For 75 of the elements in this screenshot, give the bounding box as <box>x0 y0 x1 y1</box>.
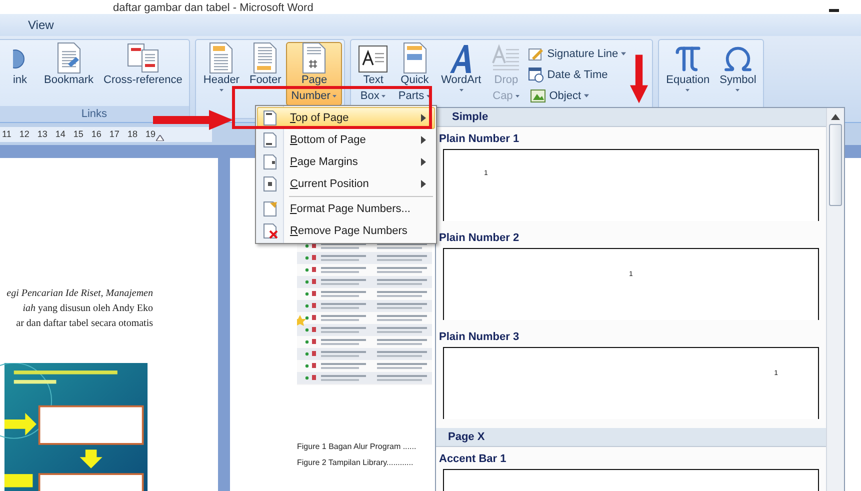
bookmark-icon <box>56 42 82 76</box>
ruler-number: 19 <box>145 129 156 139</box>
caret-icon <box>584 93 590 98</box>
ruler-number: 14 <box>55 129 66 139</box>
ruler-number: 18 <box>127 129 138 139</box>
remove-icon <box>262 223 278 239</box>
gallery-item-label: Plain Number 2 <box>438 231 520 246</box>
menu-item[interactable]: Bottom of Page <box>257 129 435 151</box>
group-label: Links <box>0 106 190 122</box>
caret-icon <box>735 88 740 92</box>
page-margin-icon <box>262 154 278 170</box>
ribbon-button[interactable]: Page Number <box>286 42 342 106</box>
caret-icon <box>332 94 338 98</box>
gallery-section-header: Page X <box>436 428 826 447</box>
scrollbar[interactable] <box>826 108 844 491</box>
page-bottom-icon <box>262 132 278 148</box>
ribbon-button[interactable]: Cross-reference <box>98 42 188 106</box>
body-text-line: iah yang disusun oleh Andy Eko <box>22 302 154 316</box>
ribbon-small-button[interactable]: Signature Line <box>526 44 628 63</box>
ribbon-button[interactable]: ink <box>1 42 39 106</box>
scroll-up-icon[interactable] <box>831 114 840 120</box>
caret-icon <box>621 51 626 56</box>
calendar-clock-icon <box>528 66 544 82</box>
ribbon-small-button[interactable]: Object <box>526 86 628 105</box>
page-top-icon <box>262 110 278 126</box>
gallery-section-header: Simple <box>436 108 826 127</box>
ruler-number: 16 <box>91 129 102 139</box>
figure-list-entry: Figure 2 Tampilan Library............ <box>297 457 414 469</box>
ruler-number: 13 <box>37 129 48 139</box>
caret-icon <box>458 88 464 92</box>
ribbon-button[interactable]: Symbol <box>714 42 762 106</box>
menu-item[interactable]: Format Page Numbers... <box>257 198 435 220</box>
format-icon <box>262 201 278 217</box>
caret-icon <box>514 94 520 98</box>
ribbon-button[interactable]: Footer <box>244 42 286 106</box>
submenu-arrow-icon <box>421 114 426 122</box>
submenu-arrow-icon <box>421 158 426 166</box>
gallery-item-label: Plain Number 3 <box>438 330 520 345</box>
page-number-icon <box>262 176 278 192</box>
text-box-icon <box>358 45 388 73</box>
ruler-number: 11 <box>2 129 12 139</box>
ribbon-button[interactable]: Quick Parts <box>393 42 436 106</box>
ribbon-button[interactable]: WordArt <box>436 42 486 106</box>
pointer-arrow <box>630 52 648 106</box>
caret-icon <box>381 94 386 98</box>
footer-icon <box>252 42 278 76</box>
quick-parts-icon <box>402 42 428 76</box>
menu-item[interactable]: Current Position <box>257 173 435 195</box>
scroll-thumb[interactable] <box>829 124 842 206</box>
ruler-number: 17 <box>109 129 120 139</box>
window-title: daftar gambar dan tabel - Microsoft Word <box>113 2 314 14</box>
gallery-item-label: Plain Number 1 <box>438 132 520 147</box>
submenu-arrow-icon <box>421 136 426 144</box>
ruler-number: 12 <box>19 129 30 139</box>
ribbon-button[interactable]: Text Box <box>353 42 394 106</box>
object-icon <box>528 88 546 104</box>
caret-icon <box>218 88 224 92</box>
caret-icon <box>426 94 432 98</box>
caret-icon <box>685 88 690 92</box>
ribbon-button[interactable]: Equation <box>661 42 715 106</box>
body-text-line: ar dan daftar tabel secara otomatis <box>15 317 154 331</box>
figure-list-entry: Figure 1 Bagan Alur Program ...... <box>297 441 416 453</box>
ribbon-tab[interactable]: View <box>22 16 60 34</box>
indent-marker-icon[interactable] <box>156 134 164 140</box>
ribbon-button[interactable]: Bookmark <box>39 42 99 106</box>
header-icon <box>208 42 234 76</box>
menu-item[interactable]: Page Margins <box>257 151 435 173</box>
ribbon-button[interactable]: Header <box>198 42 244 106</box>
submenu-arrow-icon <box>421 180 426 188</box>
menu-item[interactable]: Remove Page Numbers <box>257 220 435 242</box>
ruler-number: 15 <box>73 129 84 139</box>
ribbon-small-button[interactable]: Date & Time <box>526 65 628 84</box>
body-text-line: egi Pencarian Ide Riset, Manajemen <box>6 287 154 301</box>
gallery-item-label: Accent Bar 1 <box>438 452 508 467</box>
page-number-icon <box>301 42 328 76</box>
